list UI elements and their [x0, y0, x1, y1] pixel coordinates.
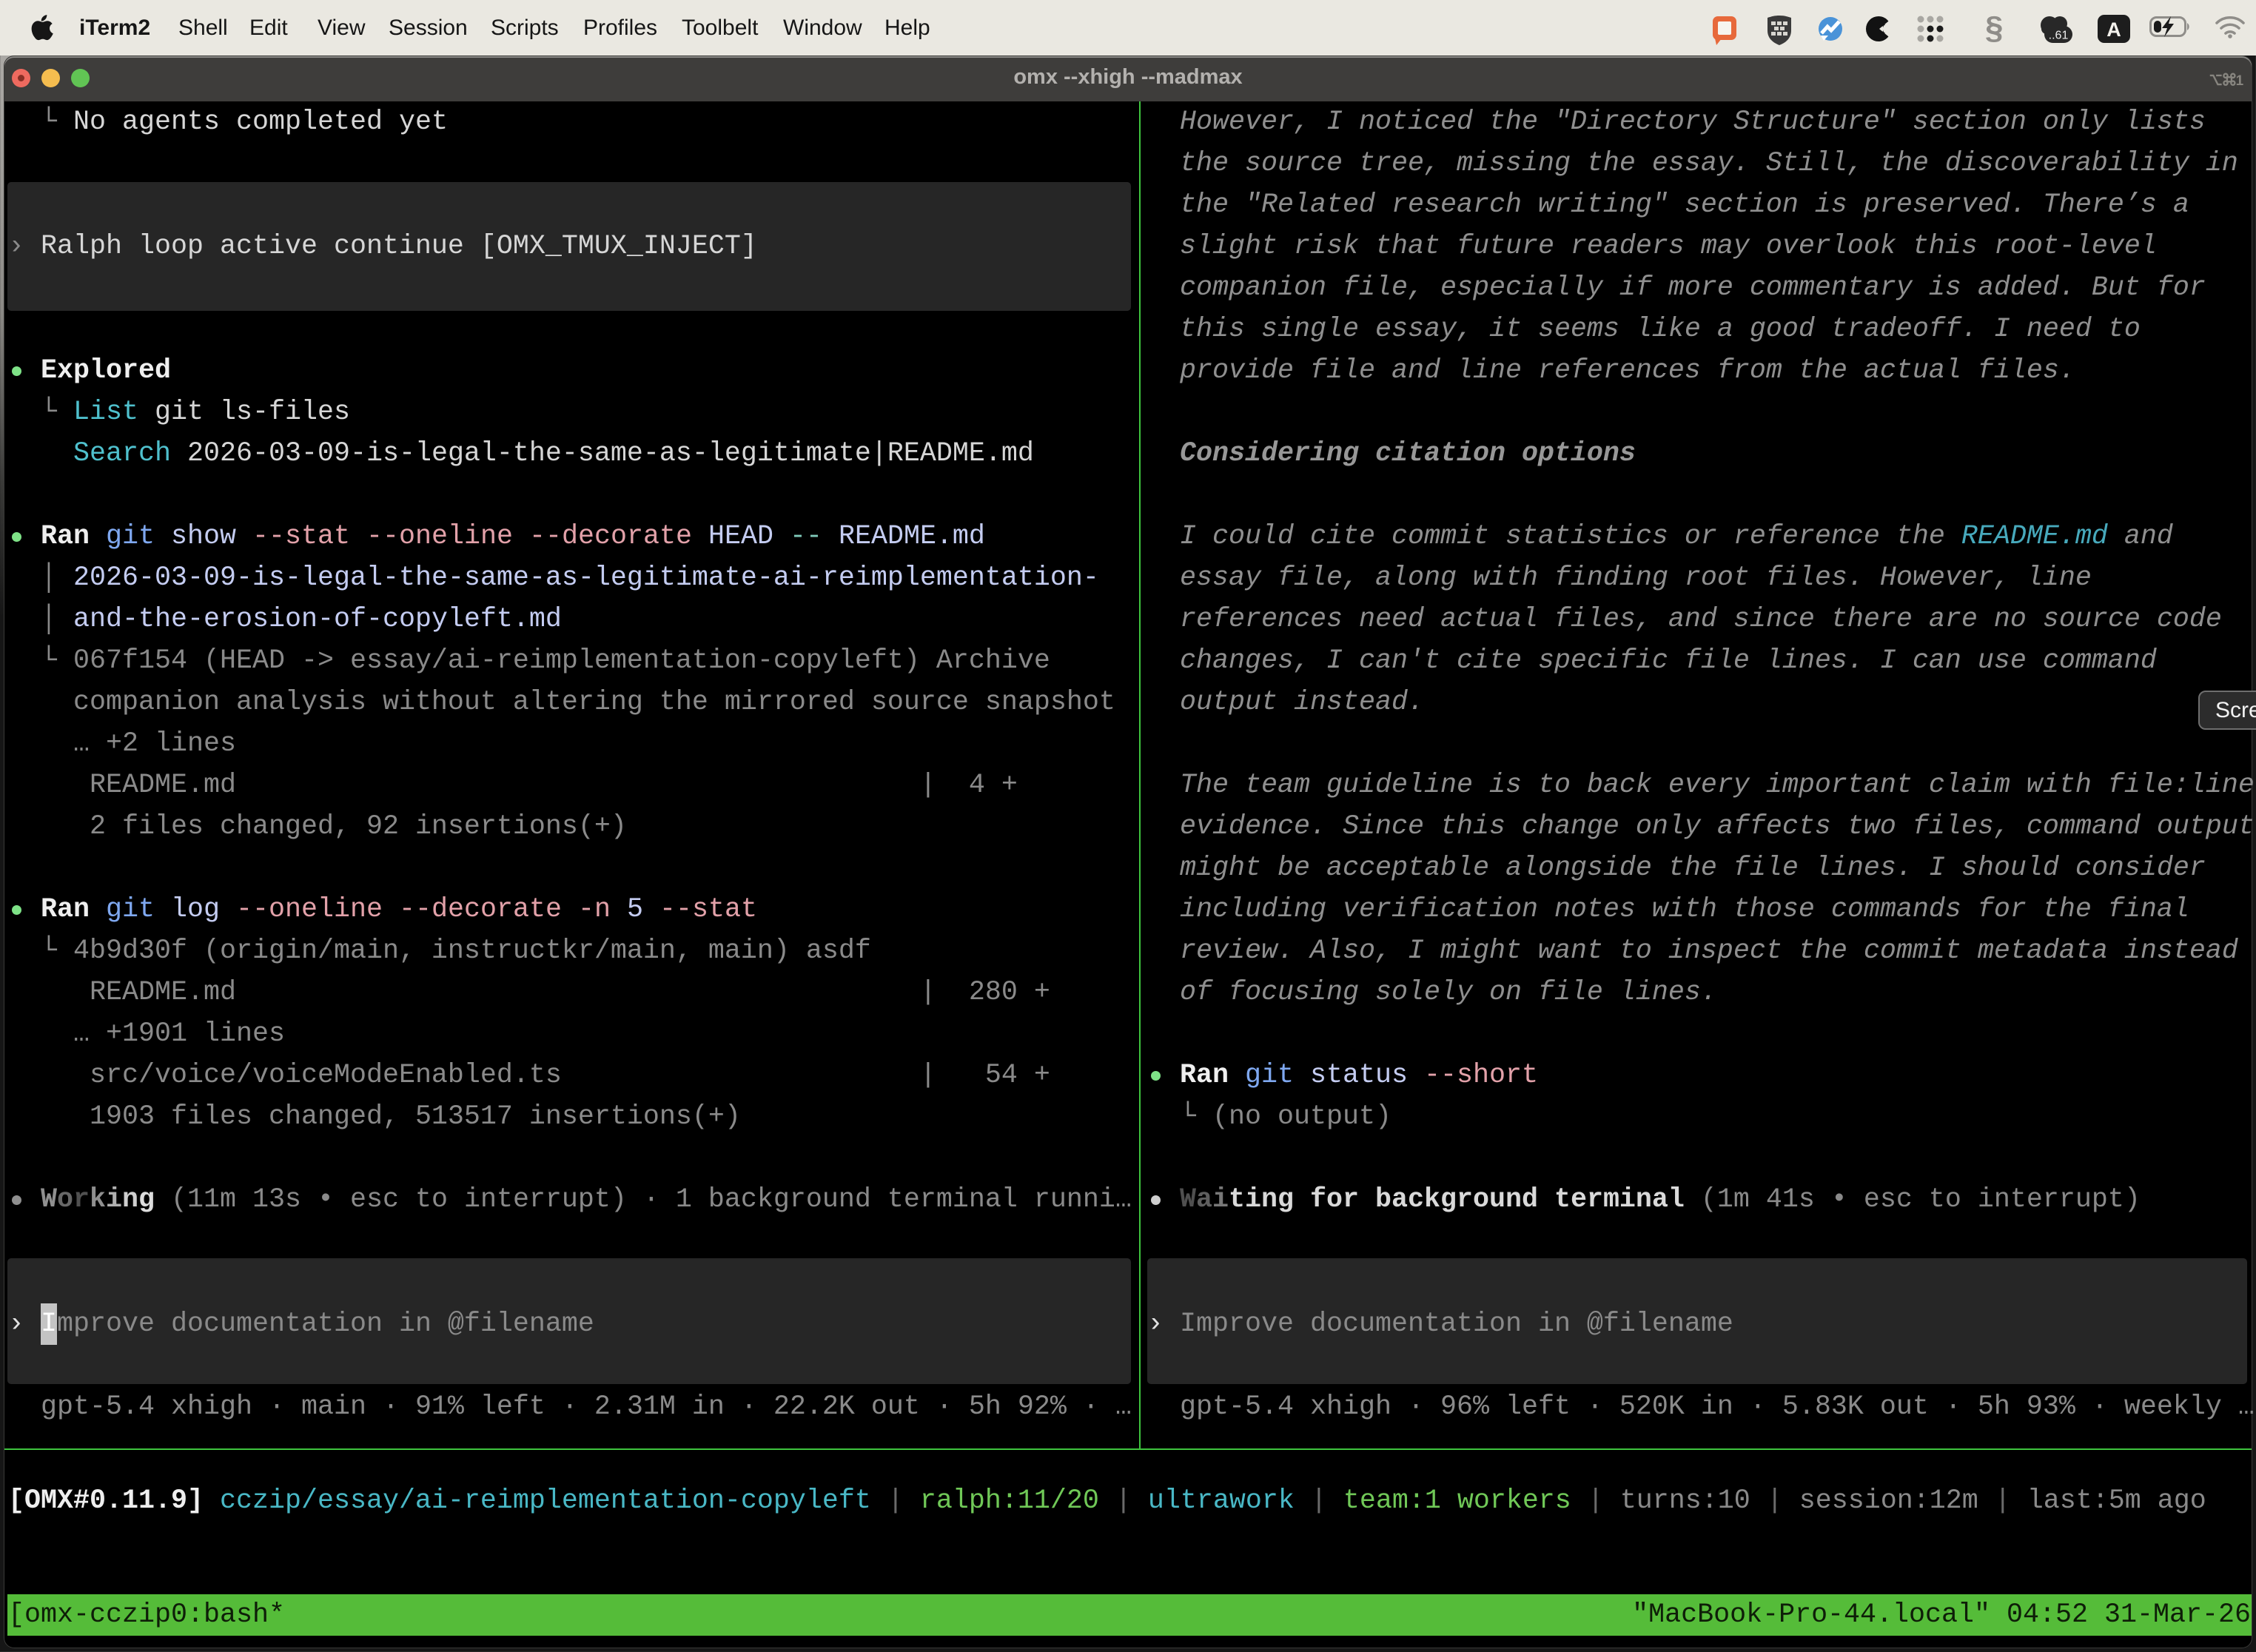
svg-text:..61: ..61	[2049, 30, 2069, 42]
svg-text:1: 1	[2236, 73, 2244, 89]
svg-text:A: A	[2106, 19, 2121, 41]
